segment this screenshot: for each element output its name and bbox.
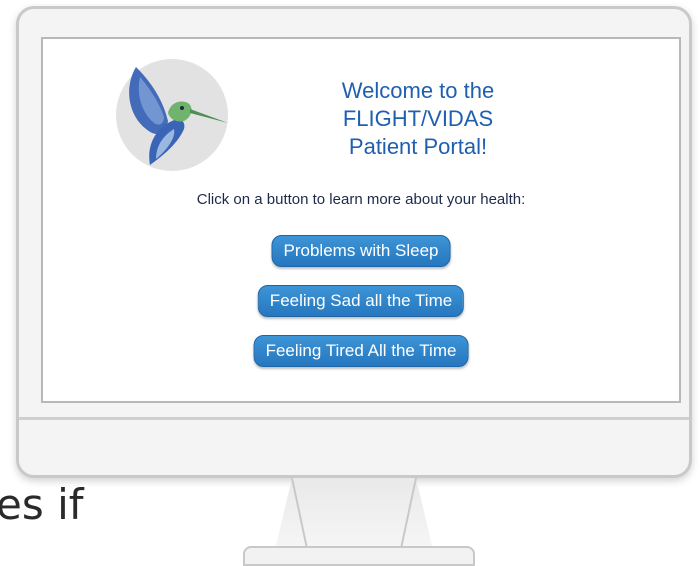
welcome-line-3: Patient Portal!	[348, 134, 488, 159]
feeling-tired-button[interactable]: Feeling Tired All the Time	[253, 335, 469, 367]
monitor-frame: Welcome to the FLIGHT/VIDAS Patient Port…	[16, 6, 692, 478]
feeling-sad-button[interactable]: Feeling Sad all the Time	[257, 285, 465, 317]
welcome-line-1: Welcome to the	[341, 78, 495, 103]
welcome-line-2: FLIGHT/VIDAS	[342, 106, 494, 131]
monitor-chin-divider	[19, 417, 689, 420]
instruction-text: Click on a button to learn more about yo…	[196, 191, 526, 208]
hummingbird-icon	[129, 67, 228, 165]
monitor-base	[243, 546, 475, 566]
welcome-heading: Welcome to the FLIGHT/VIDAS Patient Port…	[253, 77, 583, 161]
problems-with-sleep-button[interactable]: Problems with Sleep	[271, 235, 451, 267]
monitor-screen: Welcome to the FLIGHT/VIDAS Patient Port…	[41, 37, 681, 403]
logo	[116, 59, 228, 171]
background-slide-text: es if	[0, 480, 84, 529]
